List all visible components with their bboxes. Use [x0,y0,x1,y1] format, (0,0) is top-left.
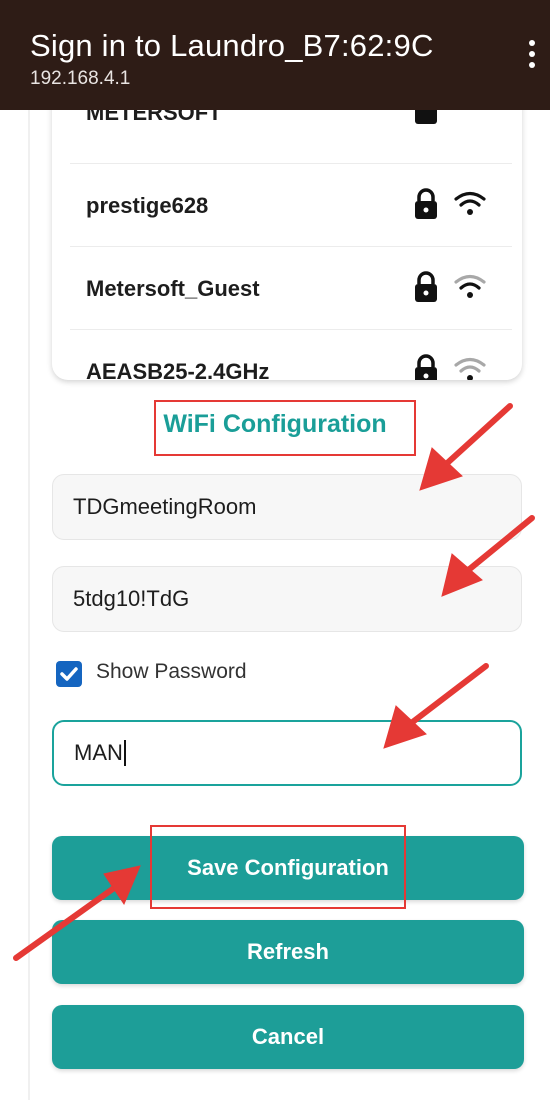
refresh-label: Refresh [247,939,329,964]
password-value: 5tdg10!TdG [73,586,190,611]
ssid-value: TDGmeetingRoom [73,494,257,519]
lock-icon [415,354,437,380]
highlight-box-save [150,825,406,909]
show-password-label[interactable]: Show Password [96,660,247,684]
page-title: Sign in to Laundro_B7:62:9C [30,28,434,63]
page-content: METERSOFT prestige628 Metersoft_Guest AE… [0,110,550,1100]
lock-icon [415,271,437,302]
network-name: Metersoft_Guest [86,276,260,301]
network-name: prestige628 [86,193,209,218]
network-item[interactable]: prestige628 [70,163,512,247]
cancel-button[interactable]: Cancel [52,1005,524,1069]
cancel-label: Cancel [251,1024,325,1049]
lock-icon [415,110,437,124]
network-item[interactable]: Metersoft_Guest [70,246,512,330]
password-input[interactable]: 5tdg10!TdG [52,566,522,632]
device-name-input[interactable]: MAN [52,720,522,786]
page-url: 192.168.4.1 [30,68,131,89]
text-caret [123,740,126,766]
ssid-input[interactable]: TDGmeetingRoom [52,474,522,540]
wifi-signal-icon [454,191,486,215]
wifi-signal-icon [454,274,486,298]
refresh-button[interactable]: Refresh [52,920,524,984]
overflow-menu-icon[interactable] [526,40,538,80]
network-item[interactable]: METERSOFT [70,110,512,164]
network-name: METERSOFT [86,110,222,125]
page-edge-divider [28,110,30,1100]
show-password-checkbox[interactable] [56,661,82,687]
network-item[interactable]: AEASB25-2.4GHz [70,329,512,380]
network-name: AEASB25-2.4GHz [86,359,270,380]
wifi-signal-icon [454,110,486,120]
wifi-network-list[interactable]: METERSOFT prestige628 Metersoft_Guest AE… [52,110,522,380]
highlight-box-title [154,400,416,456]
lock-icon [415,188,437,219]
checkmark-icon [60,667,78,681]
browser-captive-portal-header: Sign in to Laundro_B7:62:9C 192.168.4.1 [0,0,550,110]
device-name-value: MAN [74,740,123,765]
wifi-signal-icon [454,357,486,380]
